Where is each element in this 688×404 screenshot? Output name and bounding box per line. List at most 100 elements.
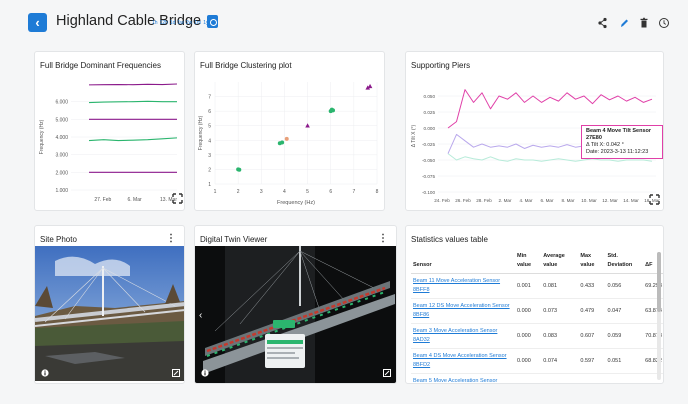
- col-header[interactable]: Std. Deviation: [605, 251, 644, 274]
- dominant-frequencies-chart[interactable]: 1.000 2.000 3.000 4.000 5.000 6.000 27. Feb 6. …: [35, 72, 185, 211]
- table-cell: 0.000: [515, 348, 542, 374]
- tooltip-value: Δ Tilt X: 0.042 °: [586, 142, 624, 148]
- y-axis-label: Δ Tilt X (°): [411, 124, 417, 147]
- x-tick-label: 7: [352, 189, 355, 195]
- col-header[interactable]: Min value: [515, 251, 542, 274]
- series-line: [88, 137, 178, 142]
- x-tick-label: 2. Mar: [498, 198, 511, 203]
- y-tick-label: 0.025: [424, 110, 436, 115]
- x-tick-label: 14. Mar: [623, 198, 639, 203]
- delete-icon[interactable]: [639, 17, 649, 29]
- statistics-table: Sensor Min value Average value Max value…: [411, 251, 663, 383]
- y-axis-label: Frequency (Hz): [198, 115, 204, 150]
- help-icon[interactable]: [658, 17, 670, 29]
- y-tick-label: 6.000: [55, 100, 68, 106]
- card-title: Full Bridge Dominant Frequencies: [40, 61, 161, 70]
- table-cell: 0.479: [578, 298, 606, 324]
- sensor-link[interactable]: Beam 11 Move Acceleration Sensor 8BFF8: [411, 273, 515, 299]
- digital-twin-card: Digital Twin Viewer ⋮ ‹: [194, 225, 397, 384]
- table-cell: 0.000: [515, 323, 542, 349]
- sensor-link[interactable]: Beam 12 DS Move Acceleration Sensor 8BF8…: [411, 298, 515, 324]
- sensor-link[interactable]: Beam 5 Move Acceleration Sensor 8A4CA: [411, 373, 515, 383]
- table-cell: 0.081: [541, 273, 579, 299]
- x-tick-label: 8: [376, 189, 379, 195]
- x-tick-label: 28. Feb: [476, 198, 492, 203]
- y-tick-label: -0.075: [422, 174, 435, 179]
- tooltip-date: Date: 2023-3-13 11:12:23: [586, 149, 649, 155]
- y-tick-label: 4.000: [55, 135, 68, 141]
- y-tick-label: 0.000: [424, 126, 436, 131]
- range-1d[interactable]: 1d: [170, 20, 176, 26]
- y-tick-label: 2.000: [55, 170, 68, 176]
- clustering-plot-chart[interactable]: 1 2 3 4 5 6 7 8 1 2 3 4 5 6 7 Frequency (Hz) Frequency (…: [195, 72, 385, 211]
- table-cell: 0.901: [578, 373, 606, 383]
- scatter-point: [331, 108, 336, 113]
- expand-icon[interactable]: [383, 369, 391, 377]
- clustering-plot-card: Full Bridge Clustering plot 1 2 3 4 5 6 7 8 1 2 3 4…: [194, 51, 385, 211]
- dominant-frequencies-card: Full Bridge Dominant Frequencies 1.000 2.…: [34, 51, 185, 211]
- top-bar: ‹ Highland Cable Bridge 1h 12h 1d 1w 2w …: [0, 0, 688, 46]
- range-1m[interactable]: 1m: [194, 20, 201, 26]
- sensor-link[interactable]: Beam 3 Move Acceleration Sensor 8AD32: [411, 323, 515, 349]
- table-row: Beam 5 Move Acceleration Sensor 8A4CA 0.…: [411, 373, 663, 383]
- x-tick-label: 27. Feb: [94, 197, 111, 203]
- y-tick-label: 3: [208, 153, 211, 159]
- more-options-icon[interactable]: ⋮: [166, 233, 176, 244]
- scatter-point: [367, 83, 373, 89]
- table-cell: 0.083: [541, 323, 579, 349]
- col-header[interactable]: Max value: [578, 251, 606, 274]
- x-tick-label: 8. Mar: [561, 198, 574, 203]
- x-tick-label: 4. Mar: [519, 198, 532, 203]
- more-options-icon[interactable]: ⋮: [378, 233, 388, 244]
- range-1w[interactable]: 1w: [177, 20, 183, 26]
- x-tick-label: 24. Feb: [434, 198, 450, 203]
- back-button[interactable]: ‹: [28, 13, 47, 32]
- x-tick-label: 10. Mar: [581, 198, 597, 203]
- edit-icon[interactable]: [619, 17, 629, 29]
- share-icon[interactable]: [598, 17, 608, 29]
- y-tick-label: 5: [208, 124, 211, 130]
- x-tick-label: 6. Mar: [540, 198, 553, 203]
- range-12h[interactable]: 12h: [160, 20, 168, 26]
- table-row: Beam 4 DS Move Acceleration Sensor 8BFD2…: [411, 348, 663, 374]
- x-tick-label: 4: [283, 189, 286, 195]
- x-tick-label: 16. Mar: [644, 198, 660, 203]
- x-tick-label: 5: [306, 189, 309, 195]
- y-tick-label: 4: [208, 138, 211, 144]
- table-cell: 0.000: [515, 298, 542, 324]
- range-2w[interactable]: 2w: [186, 20, 192, 26]
- sensor-link[interactable]: Beam 4 DS Move Acceleration Sensor 8BFD2: [411, 348, 515, 374]
- table-cell: 0.000: [515, 373, 542, 383]
- x-tick-label: 26. Feb: [455, 198, 471, 203]
- chart-tooltip: Beam 4 Move Tilt Sensor 27E80 Δ Tilt X: …: [581, 125, 663, 159]
- scatter-point: [284, 136, 289, 141]
- scatter-point: [237, 167, 242, 172]
- calendar-button[interactable]: [207, 15, 218, 28]
- table-cell: 0.051: [605, 348, 644, 374]
- x-axis-label: Frequency (Hz): [277, 200, 315, 206]
- table-cell: 0.073: [541, 298, 579, 324]
- card-title: Supporting Piers: [411, 61, 471, 70]
- table-header-row: Sensor Min value Average value Max value…: [411, 251, 663, 274]
- card-title: Digital Twin Viewer: [200, 235, 268, 244]
- statistics-card: Statistics values table Sensor Min value…: [405, 225, 664, 384]
- range-1h[interactable]: 1h: [152, 20, 158, 26]
- info-icon[interactable]: [41, 369, 49, 377]
- expand-icon[interactable]: [172, 369, 180, 377]
- table-cell: 0.433: [578, 273, 606, 299]
- table-cell: 0.077: [605, 373, 644, 383]
- x-tick-label: 3: [260, 189, 263, 195]
- digital-twin-viewport[interactable]: ‹: [195, 246, 397, 384]
- info-icon[interactable]: [201, 369, 209, 377]
- col-header[interactable]: Sensor: [411, 251, 515, 274]
- x-tick-label: 1: [214, 189, 217, 195]
- table-scrollbar[interactable]: [657, 252, 661, 380]
- scrollbar-thumb[interactable]: [657, 252, 661, 312]
- y-tick-label: 7: [208, 95, 211, 101]
- y-tick-label: -0.050: [422, 158, 435, 163]
- scatter-point: [280, 140, 285, 145]
- table-cell: 0.001: [515, 273, 542, 299]
- y-tick-label: 1: [208, 182, 211, 188]
- col-header[interactable]: Average value: [541, 251, 579, 274]
- x-tick-label: 2: [237, 189, 240, 195]
